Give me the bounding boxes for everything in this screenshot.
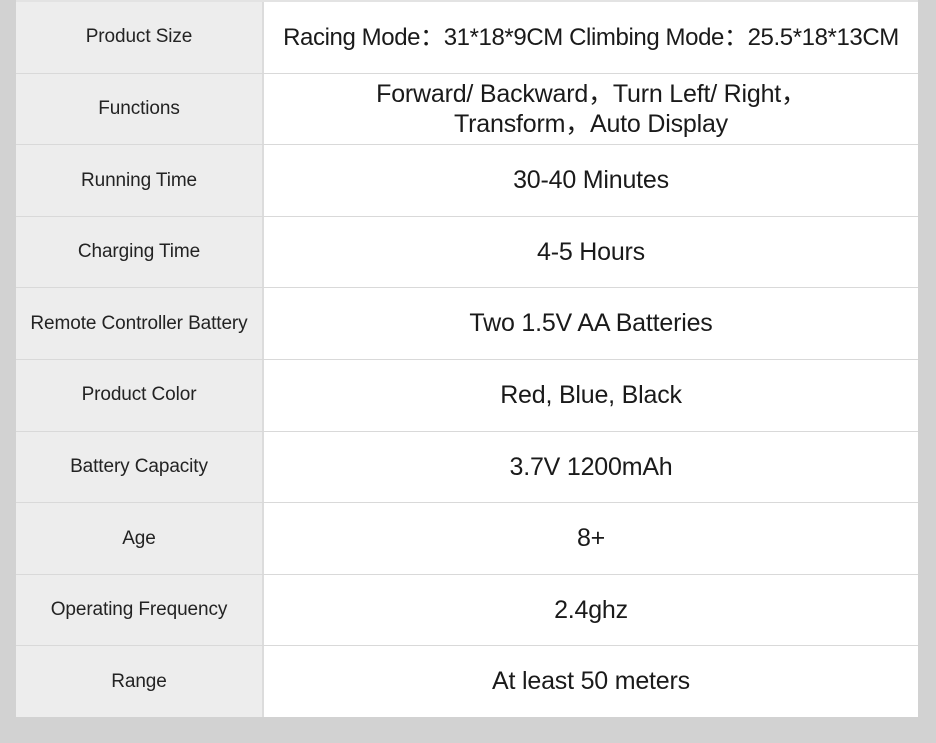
spec-value-product-color: Red, Blue, Black: [264, 359, 918, 431]
spec-value-product-size: Racing Mode：31*18*9CM Climbing Mode：25.5…: [264, 2, 918, 73]
spec-label-product-color: Product Color: [16, 359, 264, 431]
spec-label-charging-time: Charging Time: [16, 216, 264, 288]
spec-value-remote-controller-battery: Two 1.5V AA Batteries: [264, 288, 918, 359]
table-row: Operating Frequency 2.4ghz: [16, 574, 918, 647]
table-row: Battery Capacity 3.7V 1200mAh: [16, 431, 918, 504]
table-row: Running Time 30-40 Minutes: [16, 145, 918, 217]
table-row: Functions Forward/ Backward，Turn Left/ R…: [16, 73, 918, 146]
spec-value-battery-capacity: 3.7V 1200mAh: [264, 431, 918, 503]
table-row: Remote Controller Battery Two 1.5V AA Ba…: [16, 288, 918, 360]
table-row: Charging Time 4-5 Hours: [16, 216, 918, 289]
spec-label-battery-capacity: Battery Capacity: [16, 431, 264, 503]
table-row: Age 8+: [16, 503, 918, 575]
spec-label-product-size: Product Size: [16, 2, 264, 73]
table-row: Product Color Red, Blue, Black: [16, 359, 918, 432]
page-background: Product Size Racing Mode：31*18*9CM Climb…: [0, 0, 936, 743]
table-row: Range At least 50 meters: [16, 646, 918, 717]
table-row: Product Size Racing Mode：31*18*9CM Climb…: [16, 2, 918, 74]
spec-value-operating-frequency: 2.4ghz: [264, 574, 918, 646]
spec-label-operating-frequency: Operating Frequency: [16, 574, 264, 646]
spec-value-charging-time: 4-5 Hours: [264, 216, 918, 288]
product-specification-table: Product Size Racing Mode：31*18*9CM Climb…: [16, 0, 918, 717]
spec-value-functions: Forward/ Backward，Turn Left/ Right， Tran…: [264, 73, 918, 145]
spec-value-running-time: 30-40 Minutes: [264, 145, 918, 216]
spec-label-age: Age: [16, 503, 264, 574]
spec-value-age: 8+: [264, 503, 918, 574]
spec-label-range: Range: [16, 646, 264, 717]
spec-label-functions: Functions: [16, 73, 264, 145]
spec-value-range: At least 50 meters: [264, 646, 918, 717]
spec-label-remote-controller-battery: Remote Controller Battery: [16, 288, 264, 359]
spec-label-running-time: Running Time: [16, 145, 264, 216]
